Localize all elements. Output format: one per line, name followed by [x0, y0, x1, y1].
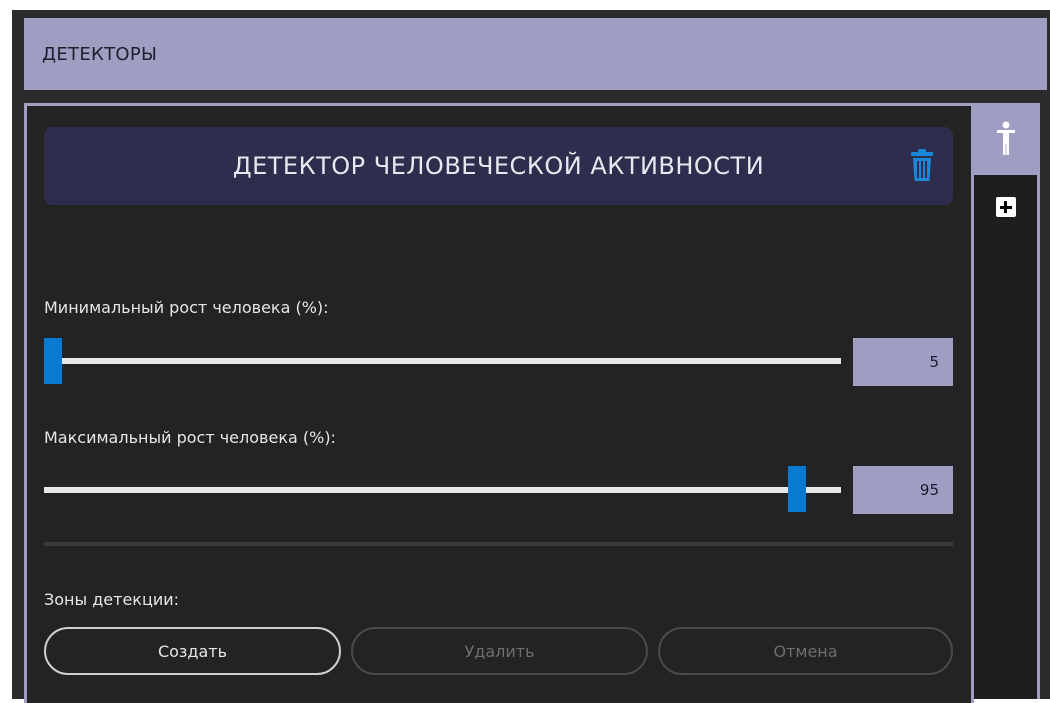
min-height-label: Минимальный рост человека (%):	[44, 298, 329, 317]
add-icon	[995, 197, 1016, 217]
min-height-slider-thumb[interactable]	[44, 338, 62, 384]
cancel-zone-button[interactable]: Отмена	[658, 627, 953, 675]
side-tabs	[974, 103, 1040, 699]
max-height-label: Максимальный рост человека (%):	[44, 428, 336, 447]
max-height-value-field[interactable]: 95	[853, 466, 953, 514]
detector-title: ДЕТЕКТОР ЧЕЛОВЕЧЕСКОЙ АКТИВНОСТИ	[232, 152, 765, 180]
detector-title-bar: ДЕТЕКТОР ЧЕЛОВЕЧЕСКОЙ АКТИВНОСТИ	[44, 127, 953, 205]
header-title: ДЕТЕКТОРЫ	[42, 43, 158, 65]
trash-icon[interactable]	[911, 149, 933, 181]
min-height-value: 5	[929, 353, 939, 371]
section-divider	[44, 542, 953, 546]
zones-label: Зоны детекции:	[44, 590, 180, 609]
max-height-slider-track[interactable]	[44, 487, 841, 493]
create-zone-button[interactable]: Создать	[44, 627, 341, 675]
max-height-slider-thumb[interactable]	[787, 466, 806, 512]
delete-zone-button[interactable]: Удалить	[351, 627, 648, 675]
tab-add-detector[interactable]	[974, 175, 1037, 239]
person-icon	[996, 121, 1015, 155]
min-height-slider-track[interactable]	[44, 358, 841, 364]
tab-person-detector[interactable]	[974, 103, 1037, 175]
detectors-header: ДЕТЕКТОРЫ	[24, 18, 1047, 90]
max-height-value: 95	[919, 481, 939, 499]
min-height-value-field[interactable]: 5	[853, 338, 953, 386]
